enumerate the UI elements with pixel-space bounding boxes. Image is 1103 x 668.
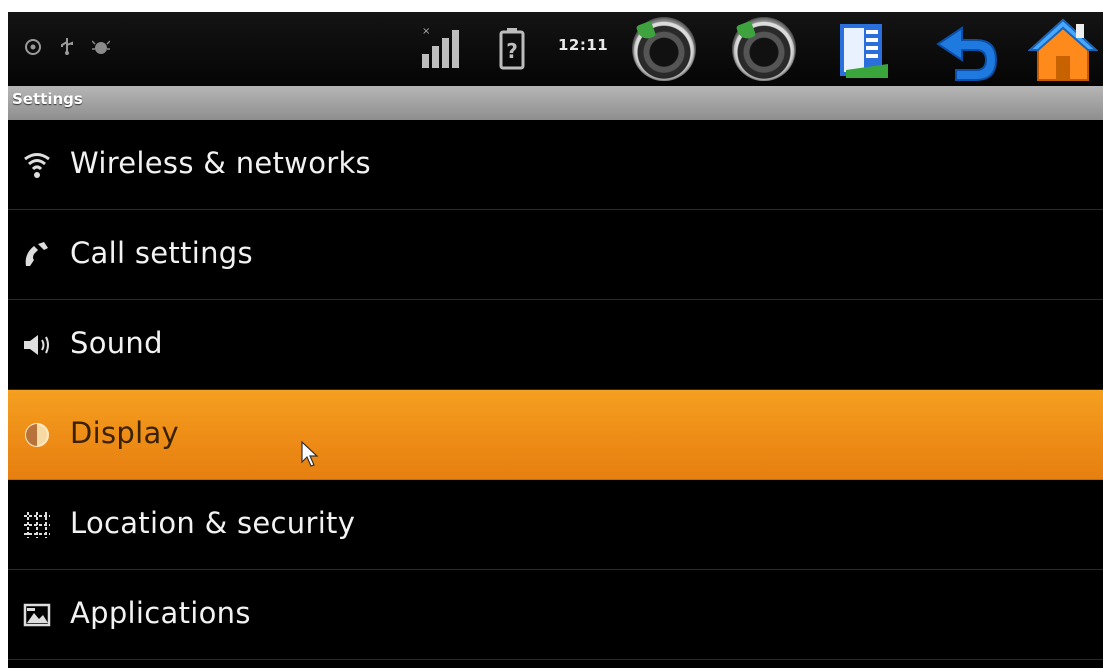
settings-item-call[interactable]: Call settings — [8, 210, 1103, 300]
back-icon[interactable] — [932, 20, 1000, 82]
settings-item-display[interactable]: Display — [8, 390, 1103, 480]
settings-item-label: Display — [70, 416, 179, 450]
wifi-icon — [24, 153, 50, 178]
home-icon[interactable] — [1028, 16, 1098, 82]
volume-up-icon[interactable] — [732, 17, 796, 81]
settings-item-applications[interactable]: Applications — [8, 570, 1103, 660]
location-grid-icon — [24, 512, 50, 538]
title-bar: Settings — [8, 86, 1103, 120]
volume-down-icon[interactable] — [632, 17, 696, 81]
settings-item-label: Location & security — [70, 506, 356, 540]
svg-text:×: × — [422, 26, 430, 37]
menu-icon[interactable] — [836, 20, 894, 82]
signal-icon: × — [422, 26, 459, 68]
svg-text:?: ? — [506, 39, 518, 63]
page-title: Settings — [12, 90, 83, 108]
alarm-icon — [25, 39, 41, 55]
clock: 12:11 — [558, 36, 609, 54]
settings-item-label: Wireless & networks — [70, 146, 371, 180]
status-bar: × ? 12:11 — [8, 12, 1103, 86]
device-screen: × ? 12:11 Settings Wireless & networks C… — [8, 12, 1103, 668]
phone-icon — [25, 242, 48, 266]
settings-item-wireless[interactable]: Wireless & networks — [8, 120, 1103, 210]
settings-item-sound[interactable]: Sound — [8, 300, 1103, 390]
debug-icon — [92, 40, 110, 54]
settings-item-label: Applications — [70, 596, 251, 630]
settings-item-label: Call settings — [70, 236, 253, 270]
mouse-pointer-icon — [301, 440, 319, 467]
speaker-icon — [24, 335, 49, 355]
applications-icon — [23, 603, 51, 627]
display-icon — [25, 423, 49, 447]
settings-item-label: Sound — [70, 326, 163, 360]
battery-unknown-icon: ? — [499, 28, 525, 70]
usb-icon — [61, 38, 73, 55]
settings-list: Wireless & networks Call settings Sound … — [8, 120, 1103, 660]
settings-item-location[interactable]: Location & security — [8, 480, 1103, 570]
